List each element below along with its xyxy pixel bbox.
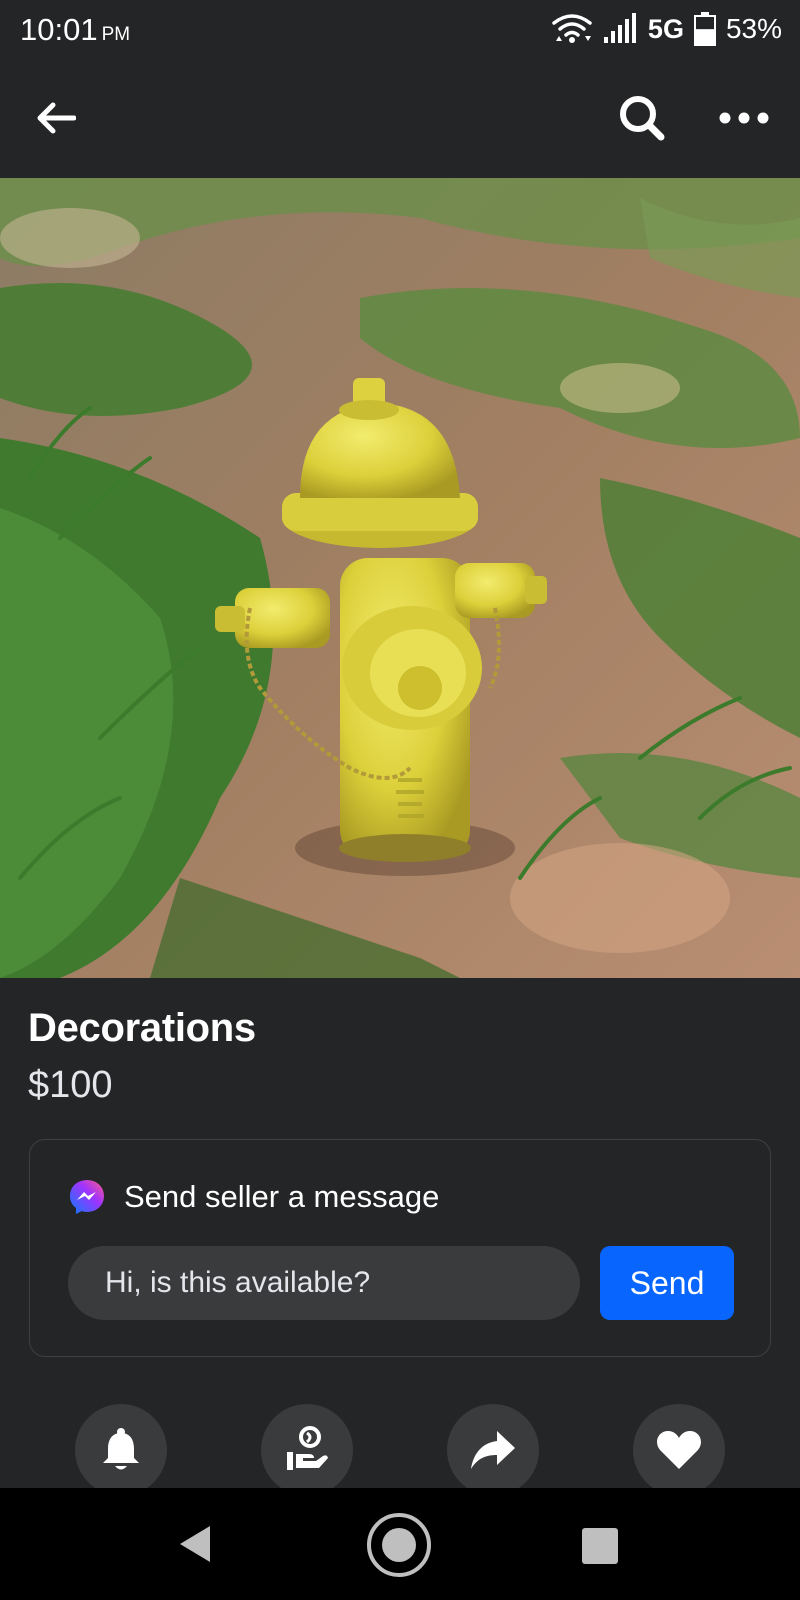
person-hand-icon <box>287 1426 328 1470</box>
back-button[interactable] <box>28 90 84 146</box>
listing-photo[interactable] <box>0 178 800 978</box>
search-icon <box>620 96 665 141</box>
share-arrow-icon <box>471 1431 515 1469</box>
arrow-left-icon <box>37 102 76 134</box>
messenger-icon <box>70 1180 104 1214</box>
bell-icon <box>103 1428 139 1470</box>
nav-home-button[interactable] <box>366 1512 432 1583</box>
status-indicators: 5G 53% <box>552 12 782 46</box>
send-message-header: Send seller a message <box>68 1178 439 1216</box>
send-button[interactable]: Send <box>600 1246 734 1320</box>
status-time: 10:01 PM <box>20 12 130 48</box>
nav-back-icon <box>180 1526 210 1562</box>
share-button[interactable] <box>447 1404 539 1496</box>
wifi-icon <box>552 14 592 43</box>
send-message-card: Send seller a message Send <box>29 1139 771 1357</box>
send-message-label: Send seller a message <box>124 1179 440 1214</box>
message-input[interactable] <box>68 1246 580 1320</box>
battery-percent: 53% <box>725 13 782 44</box>
more-horizontal-icon <box>719 112 769 124</box>
system-nav-bar <box>0 1488 800 1600</box>
status-time-value: 10:01 <box>20 12 98 47</box>
nav-recents-button[interactable] <box>582 1528 618 1564</box>
status-bar: 10:01 PM 5G 53% <box>0 0 800 60</box>
nav-back-button[interactable] <box>176 1524 214 1569</box>
heart-icon <box>657 1431 701 1469</box>
signal-icon <box>603 13 636 43</box>
search-button[interactable] <box>612 88 672 148</box>
offer-button[interactable] <box>261 1404 353 1496</box>
fire-hydrant-photo <box>0 178 800 978</box>
listing-price: $100 <box>28 1064 113 1106</box>
network-type: 5G <box>647 13 684 44</box>
listing-title: Decorations <box>28 1006 256 1050</box>
top-app-bar <box>0 60 800 178</box>
battery-icon <box>693 12 716 46</box>
more-options-button[interactable] <box>712 88 776 148</box>
notify-button[interactable] <box>75 1404 167 1496</box>
status-time-ampm: PM <box>101 24 131 45</box>
save-button[interactable] <box>633 1404 725 1496</box>
listing-actions <box>0 1404 800 1496</box>
nav-home-icon <box>367 1513 431 1577</box>
